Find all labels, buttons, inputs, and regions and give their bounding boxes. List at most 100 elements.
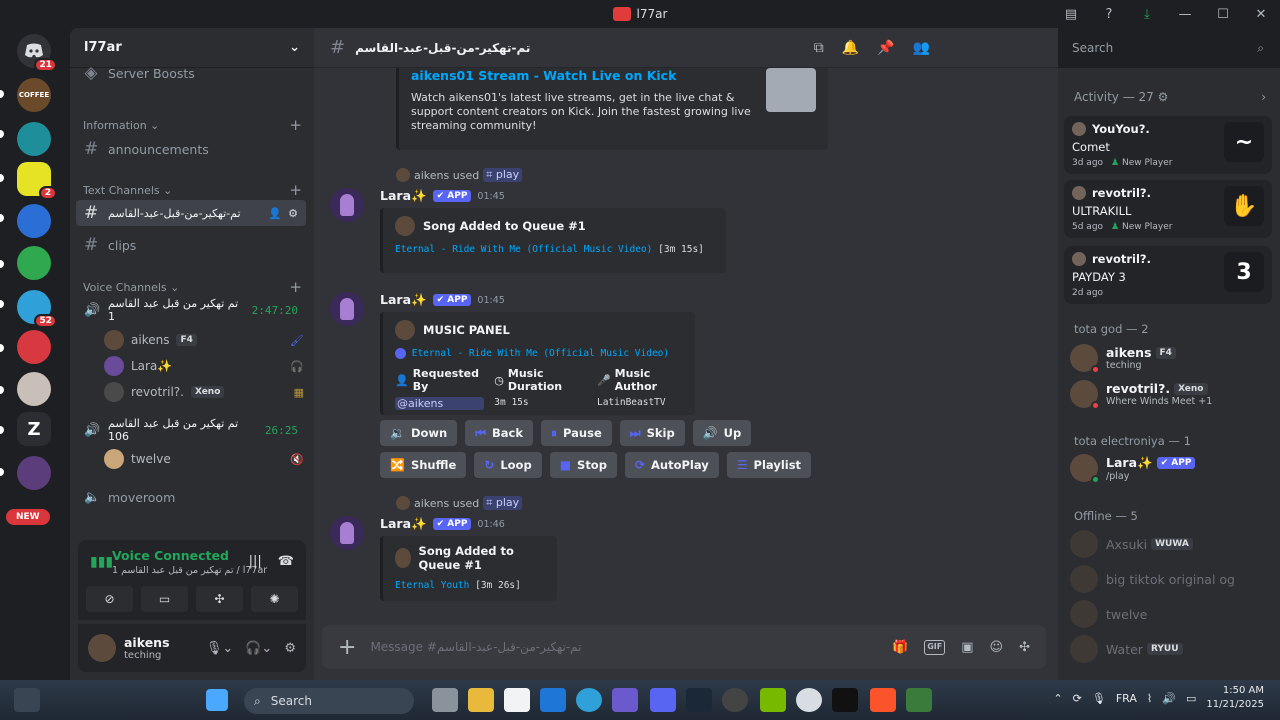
playlist-button[interactable]: ☰ Playlist [726, 452, 812, 478]
user-mention[interactable]: @aikens [395, 397, 485, 410]
coffee-server-icon[interactable]: COFFEE [17, 78, 51, 112]
apps-icon[interactable]: ✣ [1019, 640, 1030, 655]
screen-share-button[interactable]: ▭ [141, 586, 188, 612]
activities-button[interactable]: ✣ [196, 586, 243, 612]
author-avatar[interactable] [330, 516, 364, 550]
autoplay-button[interactable]: ⟳ AutoPlay [624, 452, 719, 478]
headphones-icon[interactable]: 🎧⌄ [245, 641, 272, 656]
soundboard-button[interactable]: ✺ [251, 586, 298, 612]
gear-icon[interactable]: ⚙ [288, 207, 298, 220]
author-avatar[interactable] [330, 188, 364, 222]
house-server-icon[interactable] [17, 122, 51, 156]
stop-button[interactable]: ■ Stop [549, 452, 617, 478]
chrome-icon[interactable] [796, 688, 822, 712]
app-icon[interactable] [906, 688, 932, 712]
attach-plus-icon[interactable]: + [338, 635, 356, 660]
green-server-icon[interactable] [17, 246, 51, 280]
member-row[interactable]: revotril?. Xeno Where Winds Meet +1 [1070, 380, 1270, 410]
command-reply[interactable]: aikens used ⌗ play [396, 496, 523, 510]
activity-card[interactable]: revotril?.ULTRAKILL5d agoNew Player✋ [1064, 180, 1272, 238]
voice-channel-3[interactable]: 🔈 moveroom [76, 484, 306, 510]
category-voice-channels[interactable]: Voice Channels ⌄ + [83, 278, 302, 296]
up-button[interactable]: 🔊 Up [692, 420, 752, 446]
author-name[interactable]: Lara✨ [380, 516, 427, 532]
message-composer[interactable]: + Message #تم-تهكير-من-قبل-عبد-القاسم 🎁 … [322, 625, 1046, 669]
add-channel-icon[interactable]: + [289, 278, 302, 296]
threads-icon[interactable]: ⧉ [814, 40, 824, 56]
member-row[interactable]: Water RYUU [1070, 635, 1270, 663]
nvidia-icon[interactable] [760, 688, 786, 712]
user-avatar[interactable] [88, 634, 116, 662]
wifi-icon[interactable]: ⌇ [1147, 692, 1152, 705]
gift-icon[interactable]: 🎁 [892, 640, 908, 655]
embed-title-link[interactable]: aikens01 Stream - Watch Live on Kick [411, 68, 816, 83]
member-row[interactable]: Lara✨ ✔ APP/play [1070, 454, 1270, 484]
microphone-icon[interactable]: 🎙 [1092, 692, 1106, 705]
widgets-icon[interactable] [14, 688, 40, 712]
maximize-button[interactable]: ☐ [1204, 0, 1242, 28]
taskbar-search[interactable]: ⌕ Search [244, 688, 414, 714]
blue-server-icon[interactable] [17, 204, 51, 238]
notification-bell-icon[interactable]: 🔔 [842, 40, 859, 56]
slash-command[interactable]: ⌗ play [483, 496, 523, 510]
battery-icon[interactable]: ▭ [1186, 692, 1196, 705]
skip-button[interactable]: ⏭ Skip [619, 420, 685, 446]
author-name[interactable]: Lara✨ [380, 292, 427, 308]
epic-games-icon[interactable] [832, 688, 858, 712]
member-row[interactable]: big tiktok original og [1070, 565, 1270, 593]
loop-button[interactable]: ↻ Loop [474, 452, 542, 478]
back-button[interactable]: ⏮ Back [465, 420, 534, 446]
emoji-icon[interactable]: ☺ [990, 640, 1004, 655]
channel-announcements[interactable]: # announcements [76, 136, 306, 162]
command-reply[interactable]: aikens used ⌗ play [396, 168, 523, 182]
down-button[interactable]: 🔉 Down [380, 420, 458, 446]
volume-icon[interactable]: 🔊 [1162, 692, 1176, 705]
author-name[interactable]: Lara✨ [380, 188, 427, 204]
file-explorer-icon[interactable] [468, 688, 494, 712]
gif-icon[interactable]: GIF [924, 639, 946, 655]
close-button[interactable]: ✕ [1242, 0, 1280, 28]
channel-active[interactable]: # تم-تهكير-من-قبل-عبد-القاسم 👤 ⚙ [76, 200, 306, 226]
voice-channel-1[interactable]: 🔊 تم تهكير من قبل عبد القاسم 1 2:47:20 [76, 297, 306, 323]
red-server-icon[interactable] [17, 330, 51, 364]
input-language[interactable]: FRA [1116, 692, 1137, 705]
edge-icon[interactable] [576, 688, 602, 712]
store-icon[interactable] [504, 688, 530, 712]
slash-command[interactable]: ⌗ play [483, 168, 523, 182]
start-icon[interactable] [206, 689, 228, 711]
steam-icon[interactable] [686, 688, 712, 712]
clock[interactable]: 1:50 AM 11/21/2025 [1206, 684, 1264, 712]
sticker-icon[interactable]: ▣ [961, 640, 973, 655]
minimize-button[interactable]: — [1166, 0, 1204, 28]
camera-off-button[interactable]: ⊘ [86, 586, 133, 612]
category-text-channels[interactable]: Text Channels ⌄ + [83, 181, 302, 199]
task-view-icon[interactable] [432, 688, 458, 712]
teams-icon[interactable] [612, 688, 638, 712]
microphone-icon[interactable]: 🎙⌄ [206, 641, 233, 656]
voice-user[interactable]: Lara✨ 🎧 [104, 354, 304, 378]
disconnect-icon[interactable]: ☎ [278, 554, 294, 569]
add-channel-icon[interactable]: + [289, 181, 302, 199]
voice-user[interactable]: twelve 🔇 [104, 447, 304, 471]
new-badge[interactable]: NEW [6, 509, 50, 525]
voice-user[interactable]: revotril?. Xeno ▦ [104, 380, 304, 404]
member-row[interactable]: aikens F4 teching [1070, 344, 1270, 374]
song-link[interactable]: Eternal Youth [395, 580, 469, 591]
channel-clips[interactable]: # clips [76, 232, 306, 258]
logo-server-icon[interactable]: Z [17, 412, 51, 446]
user-settings-icon[interactable]: ⚙ [284, 641, 296, 656]
shuffle-button[interactable]: 🔀 Shuffle [380, 452, 467, 478]
brave-icon[interactable] [870, 688, 896, 712]
song-link[interactable]: Eternal - Ride With Me (Official Music V… [395, 244, 652, 255]
help-icon[interactable]: ? [1090, 0, 1128, 28]
art-server-icon[interactable] [17, 456, 51, 490]
outlook-icon[interactable] [540, 688, 566, 712]
category-information[interactable]: Information ⌄ + [83, 116, 302, 134]
activity-header[interactable]: Activity — 27 ⚙ › [1074, 90, 1266, 104]
signal-icon[interactable]: ▮▮▮ [90, 554, 113, 570]
download-icon[interactable]: ⤓ [1128, 0, 1166, 28]
inbox-icon[interactable]: ▤ [1052, 0, 1090, 28]
pause-button[interactable]: ⏸ Pause [541, 420, 612, 446]
chevron-up-icon[interactable]: ⌃ [1053, 692, 1062, 705]
activity-card[interactable]: revotril?. PAYDAY 3 2d ago 3 [1064, 246, 1272, 304]
